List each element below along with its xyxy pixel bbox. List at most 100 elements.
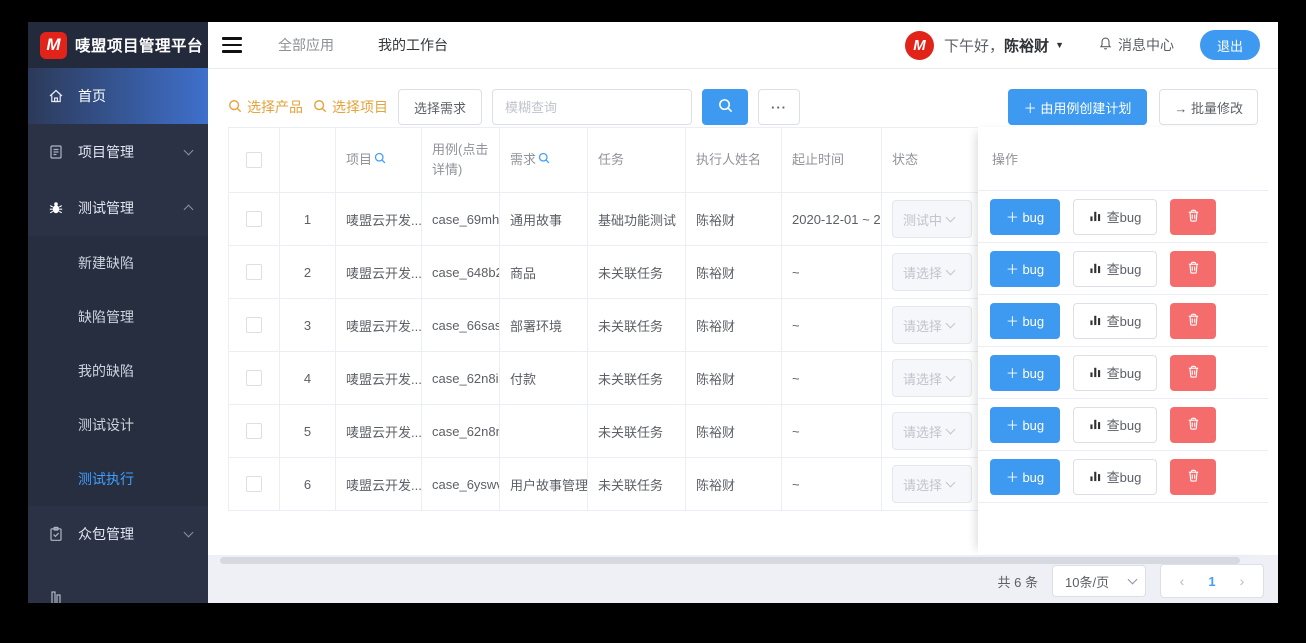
- row-checkbox[interactable]: [246, 317, 262, 333]
- create-plan-from-case-button[interactable]: ＋ 由用例创建计划: [1007, 89, 1148, 125]
- cell-index: 2: [280, 246, 336, 298]
- delete-button[interactable]: [1170, 198, 1216, 235]
- status-select[interactable]: 请选择: [892, 359, 972, 397]
- current-page[interactable]: 1: [1197, 574, 1227, 589]
- tab-my-workbench[interactable]: 我的工作台: [378, 35, 448, 55]
- search-button[interactable]: [702, 89, 749, 125]
- add-bug-button[interactable]: ＋ bug: [990, 302, 1060, 339]
- user-greeting[interactable]: 下午好，陈裕财: [944, 35, 1049, 56]
- cell-requirement: 付款: [500, 352, 588, 404]
- delete-button[interactable]: [1170, 302, 1216, 339]
- cell-case-link[interactable]: case_62n8n...: [422, 405, 500, 457]
- view-bug-button[interactable]: 查bug: [1073, 406, 1157, 443]
- add-bug-button[interactable]: ＋ bug: [990, 458, 1060, 495]
- select-requirement-button[interactable]: 选择需求: [398, 89, 483, 125]
- view-bug-button[interactable]: 查bug: [1073, 354, 1157, 391]
- brand-logo: M: [40, 31, 67, 59]
- trash-icon: [1186, 416, 1201, 434]
- delete-button[interactable]: [1170, 458, 1216, 495]
- batch-edit-button[interactable]: → 批量修改: [1159, 89, 1258, 125]
- logout-button[interactable]: 退出: [1199, 30, 1260, 60]
- sidebar-item-label: 新建缺陷: [78, 255, 134, 271]
- sidebar-item-project-mgmt[interactable]: 项目管理: [28, 124, 208, 180]
- cell-daterange: ~: [782, 458, 882, 510]
- user-avatar[interactable]: M: [905, 30, 935, 60]
- sidebar-item-label: 项目管理: [78, 144, 134, 160]
- sidebar-item-label: 首页: [78, 88, 106, 104]
- sidebar-item-label: 缺陷管理: [78, 309, 134, 325]
- cell-case-link[interactable]: case_62n8ir...: [422, 352, 500, 404]
- bug-icon: [48, 200, 64, 216]
- header-project: 项目: [336, 128, 422, 192]
- status-select[interactable]: 请选择: [892, 253, 972, 291]
- cell-case-link[interactable]: case_648b2...: [422, 246, 500, 298]
- view-bug-label: 查bug: [1106, 210, 1142, 225]
- sidebar-item-crowdsource-mgmt[interactable]: 众包管理: [28, 506, 208, 562]
- row-checkbox[interactable]: [246, 264, 262, 280]
- search-icon[interactable]: [538, 150, 550, 170]
- view-bug-label: 查bug: [1106, 314, 1142, 329]
- header-operation: 操作: [978, 127, 1268, 191]
- row-checkbox[interactable]: [246, 370, 262, 386]
- fuzzy-search-input[interactable]: [492, 89, 693, 125]
- sidebar-item-test-mgmt[interactable]: 测试管理: [28, 180, 208, 236]
- select-product-label: 选择产品: [247, 99, 303, 115]
- more-filters-button[interactable]: ···: [758, 89, 801, 125]
- view-bug-button[interactable]: 查bug: [1073, 458, 1157, 495]
- sidebar-item-defect-mgmt[interactable]: 缺陷管理: [28, 290, 208, 344]
- status-select[interactable]: 请选择: [892, 412, 972, 450]
- status-select[interactable]: 测试中: [892, 200, 972, 238]
- search-icon[interactable]: [374, 150, 386, 170]
- cell-daterange: ~: [782, 246, 882, 298]
- sidebar-item-partial[interactable]: [28, 570, 208, 603]
- select-product-link[interactable]: 选择产品: [228, 97, 303, 117]
- header-executor: 执行人姓名: [686, 128, 782, 192]
- status-select[interactable]: 请选择: [892, 465, 972, 503]
- sidebar-item-test-design[interactable]: 测试设计: [28, 398, 208, 452]
- cell-requirement: 部署环境: [500, 299, 588, 351]
- user-dropdown-caret-icon[interactable]: ▼: [1055, 40, 1064, 50]
- cell-executor: 陈裕财: [686, 352, 782, 404]
- add-bug-button[interactable]: ＋ bug: [990, 406, 1060, 443]
- operations-panel: 操作 ＋ bug 查bug ＋ bug 查bug ＋ bug 查bug ＋ bu…: [978, 127, 1268, 554]
- view-bug-button[interactable]: 查bug: [1073, 198, 1157, 235]
- horizontal-scrollbar[interactable]: [220, 557, 1240, 564]
- chevron-down-icon: [945, 424, 956, 435]
- row-checkbox[interactable]: [246, 423, 262, 439]
- cell-executor: 陈裕财: [686, 193, 782, 245]
- view-bug-button[interactable]: 查bug: [1073, 250, 1157, 287]
- trash-icon: [1186, 364, 1201, 382]
- bar-chart-icon: [1089, 209, 1102, 225]
- chevron-down-icon: [945, 212, 956, 223]
- message-center-link[interactable]: 消息中心: [1098, 35, 1174, 55]
- total-count: 共 6 条: [997, 574, 1038, 590]
- row-checkbox[interactable]: [246, 211, 262, 227]
- add-bug-button[interactable]: ＋ bug: [990, 198, 1060, 235]
- add-bug-button[interactable]: ＋ bug: [990, 250, 1060, 287]
- select-all-checkbox[interactable]: [246, 152, 262, 168]
- delete-button[interactable]: [1170, 354, 1216, 391]
- cell-case-link[interactable]: case_69mh...: [422, 193, 500, 245]
- cell-case-link[interactable]: case_6yswv...: [422, 458, 500, 510]
- sidebar-item-test-execution[interactable]: 测试执行: [28, 452, 208, 506]
- brand-name: 唛盟项目管理平台: [75, 38, 204, 55]
- sidebar-item-new-defect[interactable]: 新建缺陷: [28, 236, 208, 290]
- sidebar-item-home[interactable]: 首页: [28, 68, 208, 124]
- select-project-link[interactable]: 选择项目: [313, 97, 388, 117]
- view-bug-button[interactable]: 查bug: [1073, 302, 1157, 339]
- next-page-button[interactable]: ›: [1227, 573, 1257, 589]
- bell-icon: [1098, 36, 1113, 54]
- delete-button[interactable]: [1170, 250, 1216, 287]
- cell-executor: 陈裕财: [686, 405, 782, 457]
- delete-button[interactable]: [1170, 406, 1216, 443]
- status-select[interactable]: 请选择: [892, 306, 972, 344]
- tab-all-apps[interactable]: 全部应用: [278, 35, 334, 55]
- add-bug-button[interactable]: ＋ bug: [990, 354, 1060, 391]
- prev-page-button[interactable]: ‹: [1167, 573, 1197, 589]
- page-size-select[interactable]: 10条/页: [1052, 565, 1146, 597]
- sidebar-item-label: 我的缺陷: [78, 363, 134, 379]
- hamburger-menu-icon[interactable]: [222, 37, 242, 53]
- sidebar-item-my-defects[interactable]: 我的缺陷: [28, 344, 208, 398]
- cell-case-link[interactable]: case_66sas...: [422, 299, 500, 351]
- row-checkbox[interactable]: [246, 476, 262, 492]
